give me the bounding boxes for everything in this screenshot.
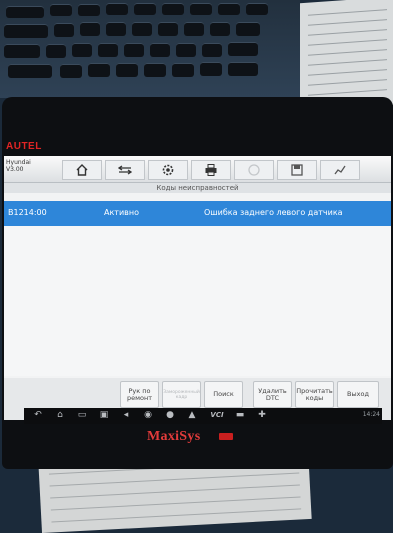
settings-button[interactable] [148,160,188,180]
print-button[interactable] [191,160,231,180]
settings-icon [162,164,174,176]
help-button[interactable] [234,160,274,180]
recent-apps-icon[interactable]: ▭ [76,410,88,421]
back-icon[interactable]: ↶ [32,410,44,421]
android-navigation-bar: ↶ ⌂ ▭ ▣ ◂ ◉ ● ▲ VCI ▬ ✚ 14:24 [24,408,382,424]
save-button[interactable] [277,160,317,180]
diagnostics-icon[interactable]: ✚ [256,410,268,421]
repair-manual-button[interactable]: Рук по ремонт [120,381,159,408]
screenshot-icon[interactable]: ▣ [98,410,110,421]
home-icon [76,164,88,176]
read-codes-button[interactable]: Прочитать коды [295,381,334,408]
dtc-description: Ошибка заднего левого датчика [204,208,343,217]
save-icon [291,164,303,176]
home-nav-icon[interactable]: ⌂ [54,410,66,421]
volume-icon[interactable]: ◂ [120,410,132,421]
vehicle-make: Hyundai [6,159,31,166]
vehicle-swap-icon [118,165,132,175]
data-logging-button[interactable] [320,160,360,180]
vehicle-version: V3.00 [6,166,24,173]
top-toolbar: Hyundai V3.00 [4,156,391,183]
help-icon [248,164,260,176]
brand-badge [219,433,233,440]
search-button[interactable]: Поиск [204,381,243,408]
dtc-status: Активно [104,208,140,217]
brand-logo-bottom: MaxiSys [147,429,201,444]
clear-dtc-button[interactable]: Удалить DTC [253,381,292,408]
freeze-frame-button[interactable]: Замороженный кадр [162,381,201,408]
vehicle-info: Hyundai V3.00 [6,159,31,173]
clock: 14:24 [362,411,380,418]
home-button[interactable] [62,160,102,180]
dtc-list-empty-area [4,226,391,376]
vehicle-swap-button[interactable] [105,160,145,180]
vci-icon[interactable]: VCI [208,410,226,421]
print-icon [205,164,217,176]
toolbox-icon[interactable]: ▲ [186,410,198,421]
power-icon[interactable]: ● [164,410,176,421]
paper-sheet-background [300,0,393,112]
data-logging-icon [334,165,346,175]
keyboard-background [0,0,300,98]
camera-icon[interactable]: ◉ [142,410,154,421]
dtc-code: B1214:00 [8,208,47,217]
exit-button[interactable]: Выход [337,381,379,408]
dtc-row[interactable]: B1214:00 Активно Ошибка заднего левого д… [4,201,391,226]
brand-logo-top: AUTEL [6,141,42,152]
screen-title: Коды неисправностей [4,183,391,193]
car-icon[interactable]: ▬ [234,410,246,421]
tablet-screen: Hyundai V3.00 Коды неисправностей B1214:… [4,156,391,420]
